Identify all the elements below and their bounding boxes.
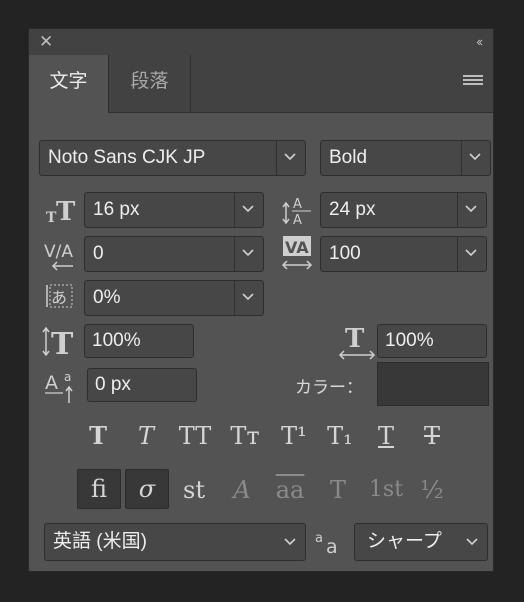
- svg-text:T: T: [345, 324, 365, 354]
- baseline-shift-value: 0 px: [95, 374, 131, 395]
- vertical-scale-value: 100%: [92, 330, 141, 351]
- horizontal-scale-input[interactable]: 100%: [377, 324, 487, 358]
- font-style-value: Bold: [329, 147, 368, 168]
- tracking-value: 100: [329, 243, 361, 264]
- antialias-value: シャープ: [367, 531, 442, 552]
- horizontal-scale-icon: T: [337, 323, 377, 361]
- faux-italic-icon: T: [137, 422, 154, 450]
- color-swatch[interactable]: [377, 362, 489, 406]
- chevron-down-icon: [277, 524, 305, 560]
- strikethrough-icon: T: [423, 422, 440, 450]
- titling-alternates-icon: T: [329, 476, 346, 504]
- panel-menu-icon[interactable]: [463, 75, 483, 89]
- titling-alternates-button[interactable]: T: [321, 473, 355, 507]
- small-caps-button[interactable]: Tт: [225, 419, 265, 453]
- panel-tabbar: 文字 段落: [29, 55, 493, 113]
- kerning-select[interactable]: 0: [84, 236, 264, 272]
- subscript-button[interactable]: T₁: [323, 419, 357, 453]
- faux-bold-icon: T: [89, 421, 107, 450]
- faux-italic-button[interactable]: T: [129, 419, 163, 453]
- swash-icon: A: [233, 476, 251, 504]
- chevron-down-icon: [461, 141, 490, 175]
- tracking-icon: VA: [280, 235, 316, 273]
- fractions-button[interactable]: ½: [415, 473, 449, 507]
- chevron-down-icon: [234, 281, 263, 315]
- color-label: カラー：: [295, 378, 363, 397]
- chevron-down-icon: [234, 193, 263, 227]
- horizontal-scale-value: 100%: [385, 330, 434, 351]
- antialias-select[interactable]: シャープ: [354, 523, 488, 561]
- baseline-shift-input[interactable]: 0 px: [87, 368, 197, 402]
- small-caps-icon: Tт: [230, 422, 260, 450]
- svg-text:T: T: [51, 327, 74, 359]
- all-caps-icon: TT: [178, 422, 212, 450]
- faux-bold-button[interactable]: T: [81, 419, 115, 453]
- fractions-icon: ½: [420, 476, 444, 504]
- standard-ligatures-button[interactable]: fi: [77, 469, 121, 509]
- discretionary-ligatures-icon: st: [183, 476, 205, 504]
- subscript-icon: T₁: [327, 422, 353, 450]
- standard-ligatures-icon: fi: [90, 475, 107, 503]
- tab-character[interactable]: 文字: [29, 55, 109, 113]
- baseline-shift-icon: Aa: [43, 367, 79, 405]
- language-value: 英語 (米国): [53, 531, 147, 552]
- chevron-down-icon: [276, 141, 305, 175]
- tsume-select[interactable]: 0%: [84, 280, 264, 316]
- font-size-select[interactable]: 16 px: [84, 192, 264, 228]
- language-select[interactable]: 英語 (米国): [44, 523, 306, 561]
- close-icon[interactable]: ✕: [39, 32, 53, 52]
- tab-paragraph[interactable]: 段落: [109, 55, 191, 112]
- font-family-value: Noto Sans CJK JP: [48, 147, 206, 168]
- svg-text:A: A: [293, 197, 302, 212]
- chevron-down-icon: [234, 237, 263, 271]
- svg-text:V/A: V/A: [44, 242, 73, 262]
- underline-button[interactable]: T: [369, 419, 403, 453]
- chevron-down-icon: [459, 524, 487, 560]
- svg-text:VA: VA: [285, 238, 309, 257]
- vertical-scale-input[interactable]: 100%: [84, 324, 194, 358]
- font-size-value: 16 px: [93, 199, 140, 220]
- tracking-select[interactable]: 100: [320, 236, 487, 272]
- font-style-select[interactable]: Bold: [320, 140, 491, 176]
- chevron-down-icon: [457, 193, 486, 227]
- stylistic-alternates-icon: aa: [275, 476, 305, 504]
- svg-text:a: a: [326, 536, 338, 557]
- svg-text:A: A: [45, 372, 58, 394]
- superscript-icon: T¹: [281, 422, 307, 450]
- contextual-alternates-icon: σ: [138, 475, 156, 503]
- panel-titlebar: ✕ ‹‹: [29, 29, 493, 56]
- kerning-icon: V/A: [43, 236, 79, 272]
- svg-text:あ: あ: [51, 288, 67, 307]
- tsume-value: 0%: [93, 287, 121, 308]
- chevron-down-icon: [457, 237, 486, 271]
- superscript-button[interactable]: T¹: [277, 419, 311, 453]
- kerning-value: 0: [93, 243, 104, 264]
- font-size-icon: TT: [45, 195, 77, 227]
- character-panel: ✕ ‹‹ 文字 段落 Noto Sans CJK JP Bold TT 16 p…: [28, 28, 494, 572]
- leading-value: 24 px: [329, 199, 376, 220]
- double-chevron-left-icon[interactable]: ‹‹: [476, 32, 483, 52]
- svg-text:a: a: [64, 370, 71, 384]
- tsume-icon: あ: [45, 279, 77, 315]
- svg-text:a: a: [315, 531, 323, 546]
- antialias-icon: aa: [314, 527, 346, 558]
- svg-text:A: A: [293, 213, 302, 227]
- underline-icon: T: [377, 422, 394, 450]
- ordinals-button[interactable]: 1st: [365, 473, 407, 507]
- strikethrough-button[interactable]: T: [415, 419, 449, 453]
- discretionary-ligatures-button[interactable]: st: [177, 473, 211, 507]
- ordinals-icon: 1st: [368, 477, 404, 502]
- stylistic-alternates-button[interactable]: aa: [269, 473, 311, 507]
- leading-select[interactable]: 24 px: [320, 192, 487, 228]
- swash-button[interactable]: A: [225, 473, 259, 507]
- leading-icon: AA: [281, 193, 315, 228]
- svg-text:T: T: [56, 197, 76, 225]
- font-family-select[interactable]: Noto Sans CJK JP: [39, 140, 306, 176]
- vertical-scale-icon: T: [41, 325, 79, 362]
- all-caps-button[interactable]: TT: [175, 419, 215, 453]
- contextual-alternates-button[interactable]: σ: [125, 469, 169, 509]
